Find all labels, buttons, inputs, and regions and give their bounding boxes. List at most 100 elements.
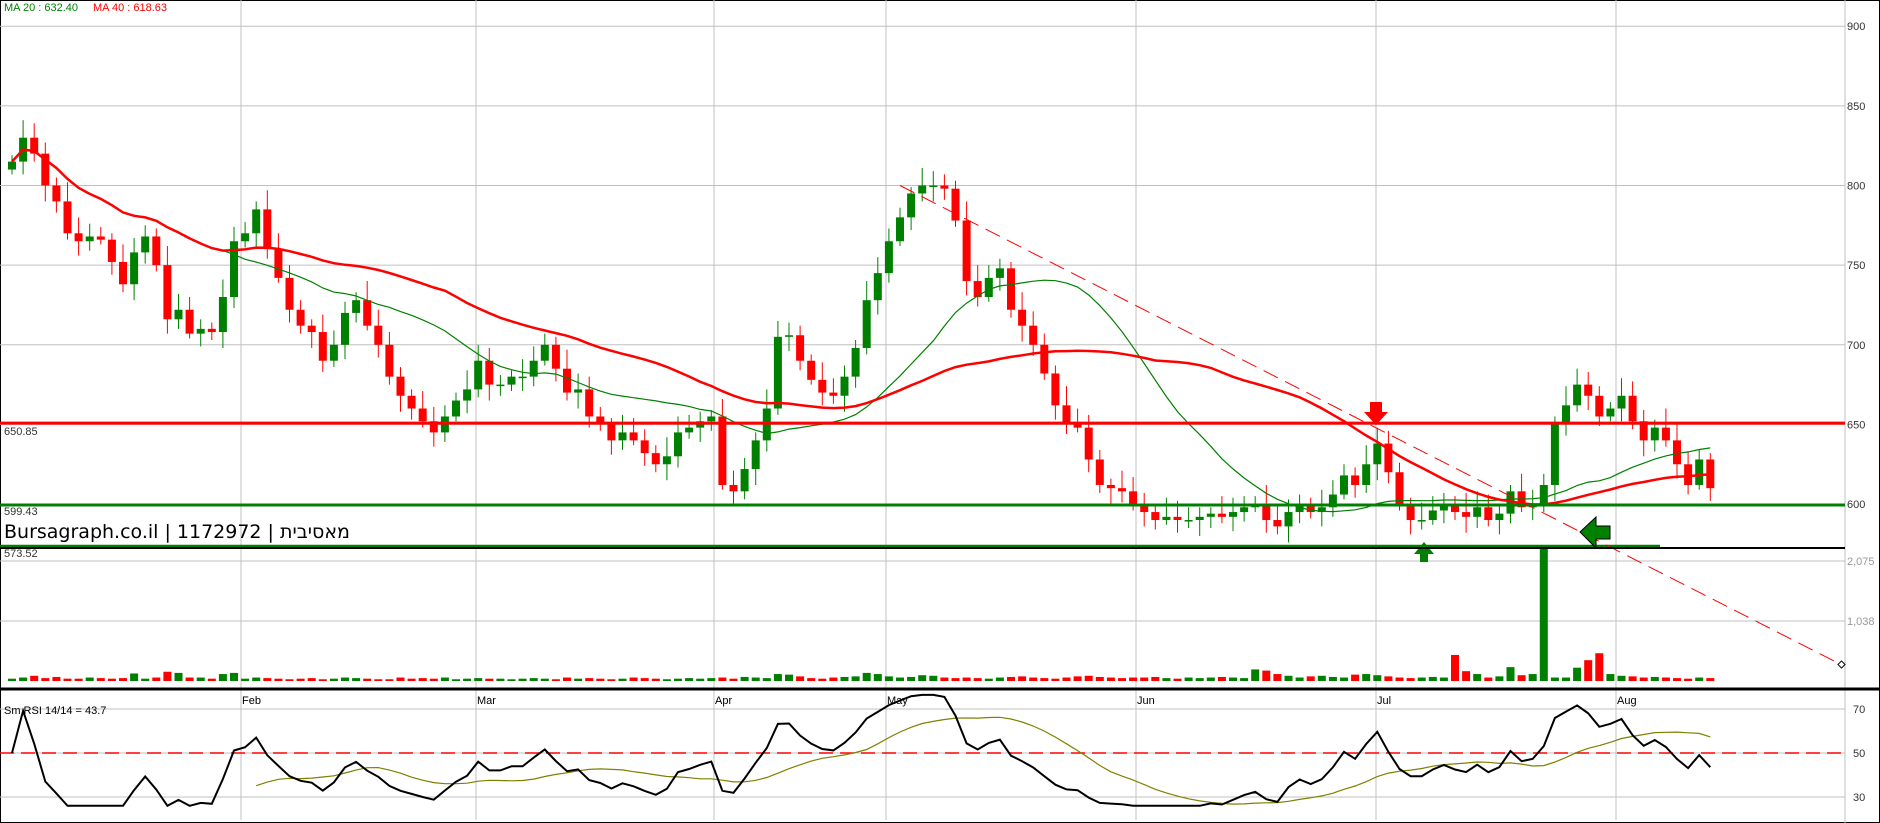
candle-body <box>984 277 993 298</box>
candle-body <box>463 389 472 401</box>
volume-bar <box>1173 678 1182 681</box>
watermark: Bursagraph.co.il | 1172972 | מאסיבית <box>4 521 350 543</box>
candle-body <box>1095 459 1104 485</box>
candle-body <box>618 432 627 441</box>
rsi-tick-label: 50 <box>1853 748 1865 760</box>
candle-body <box>540 344 549 361</box>
candle-body <box>1584 384 1593 396</box>
volume-bar <box>1295 677 1304 681</box>
volume-bar <box>374 679 383 681</box>
volume-bar <box>1251 669 1260 681</box>
candle-body <box>452 400 460 417</box>
volume-bar <box>1328 676 1337 681</box>
volume-bar <box>918 675 927 681</box>
volume-bar <box>873 674 882 681</box>
candle-body <box>485 360 494 385</box>
volume-bar <box>496 678 505 681</box>
volume-bar <box>1073 676 1082 681</box>
candle-body <box>1661 427 1670 441</box>
volume-bar <box>674 678 682 681</box>
volume-bar <box>96 678 105 681</box>
candle-body <box>341 312 349 345</box>
volume-bar <box>485 678 494 681</box>
candle-body <box>1373 443 1382 465</box>
volume-bar <box>1439 677 1448 681</box>
volume-bar <box>796 676 805 681</box>
candle-body <box>1362 464 1371 485</box>
candle-body <box>1084 427 1093 460</box>
volume-bar <box>107 678 116 681</box>
candle-body <box>119 261 127 285</box>
volume-bar <box>1140 677 1149 681</box>
candle-body <box>574 389 583 393</box>
volume-bar <box>1484 677 1493 681</box>
candle-body <box>1240 507 1249 513</box>
volume-bar <box>1695 677 1704 681</box>
candle-body <box>1106 484 1115 489</box>
candle-body <box>918 185 927 194</box>
volume-bar <box>141 678 150 681</box>
volume-bar <box>274 678 283 681</box>
low-level-label: 573.52 <box>4 548 38 560</box>
candle-body <box>63 201 72 234</box>
candle-body <box>662 456 671 465</box>
candle-body <box>651 453 660 465</box>
candle-body <box>1073 424 1082 428</box>
candle-body <box>1029 325 1038 345</box>
ma20-legend: MA 20 : 632.40 <box>4 2 78 14</box>
volume-bar <box>1506 667 1515 681</box>
candle-body <box>218 297 227 333</box>
candle-body <box>274 249 283 278</box>
volume-bar <box>30 675 39 681</box>
volume-bar <box>1517 675 1526 681</box>
volume-bar <box>1528 674 1537 681</box>
volume-bar <box>507 679 516 681</box>
candle-body <box>1018 309 1027 326</box>
candle-body <box>629 432 638 441</box>
volume-bar <box>929 675 938 681</box>
volume-bar <box>1417 677 1426 681</box>
volume-bar <box>1562 677 1570 681</box>
volume-bar <box>1051 678 1060 681</box>
candle-body <box>1351 475 1360 485</box>
volume-bar <box>1284 675 1293 681</box>
candle-body <box>873 273 882 301</box>
volume-bar <box>851 676 860 681</box>
volume-bar <box>1084 675 1093 681</box>
rsi-label: Sm.RSI 14/14 = 43.7 <box>4 705 106 717</box>
volume-bar <box>318 679 327 681</box>
stock-chart: 900 850 800 750 700 650 600 2,075 1,038 70 50 30 Feb… <box>0 0 1880 823</box>
volume-bar <box>296 678 305 681</box>
volume-bar <box>407 678 416 681</box>
volume-bar <box>896 677 904 681</box>
volume-bar <box>1062 677 1071 681</box>
volume-bar <box>1550 677 1559 681</box>
volume-bar <box>1040 678 1049 681</box>
candle-body <box>1617 395 1626 409</box>
volume-bar <box>74 678 83 681</box>
volume-bar <box>8 678 16 681</box>
volume-bar <box>396 677 405 681</box>
volume-bar <box>85 677 94 681</box>
candle-body <box>1395 472 1404 505</box>
volume-bar <box>363 678 372 681</box>
candle-body <box>407 395 416 409</box>
candle-body <box>1184 520 1193 522</box>
volume-bar <box>385 679 394 681</box>
volume-bar <box>1406 678 1415 681</box>
volume-tick-label: 2,075 <box>1847 556 1875 568</box>
candle-body <box>152 236 161 266</box>
volume-bar <box>818 678 827 681</box>
volume-bar <box>1007 676 1015 681</box>
candle-body <box>884 241 893 274</box>
month-label: Jun <box>1137 695 1155 707</box>
price-tick-label: 900 <box>1847 21 1865 33</box>
candle-body <box>1573 384 1582 406</box>
volume-bar <box>130 673 139 681</box>
volume-bar <box>1351 674 1360 681</box>
volume-bar <box>1206 677 1215 681</box>
volume-bar <box>41 678 50 681</box>
volume-bar <box>762 678 771 681</box>
candle-body <box>995 268 1004 278</box>
volume-bar <box>563 677 571 681</box>
